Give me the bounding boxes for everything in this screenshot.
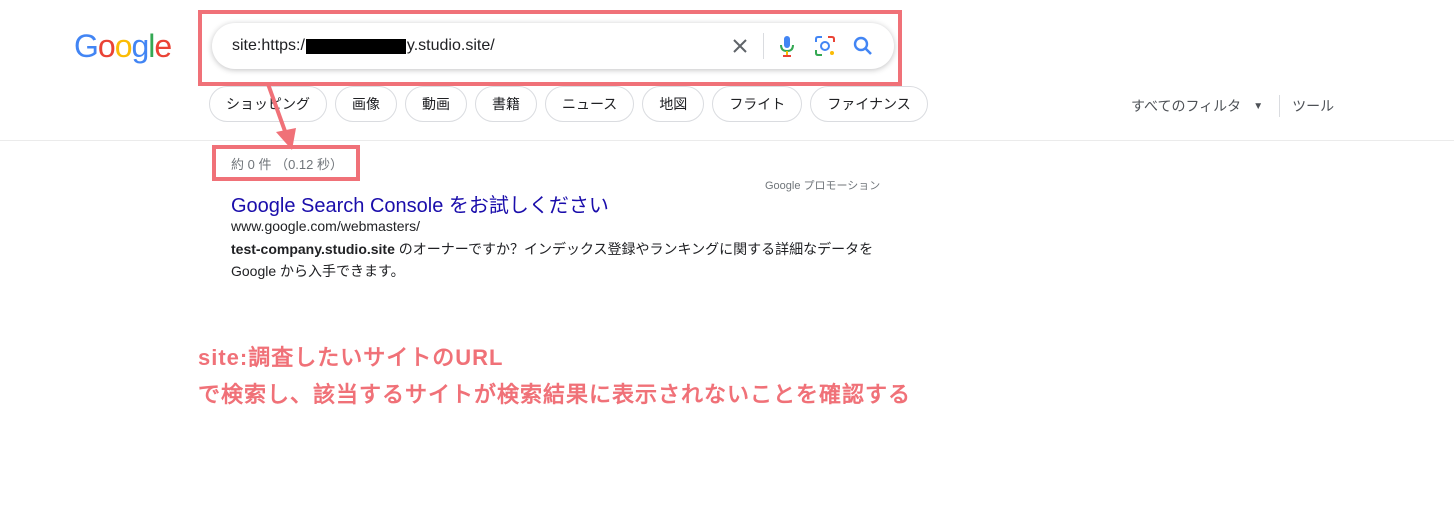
all-filters-button[interactable]: すべてのフィルタ xyxy=(1131,96,1241,116)
logo-letter: e xyxy=(154,28,172,64)
annotation-arrow xyxy=(266,83,296,150)
tab-images[interactable]: 画像 xyxy=(335,86,397,122)
tab-flights[interactable]: フライト xyxy=(712,86,803,122)
google-logo[interactable]: Google xyxy=(74,28,172,65)
ad-description-bold: test-company.studio.site xyxy=(231,241,395,257)
logo-letter: o xyxy=(114,28,133,64)
logo-letter: o xyxy=(97,28,116,64)
count-highlight-box xyxy=(212,145,360,181)
tab-books[interactable]: 書籍 xyxy=(475,86,537,122)
search-tabs: ショッピング 画像 動画 書籍 ニュース 地図 フライト ファイナンス xyxy=(209,86,928,122)
ad-url[interactable]: www.google.com/webmasters/ xyxy=(231,218,420,234)
ad-label: Google プロモーション xyxy=(765,180,881,192)
logo-letter: g xyxy=(131,28,149,64)
annotation-line-2: で検索し、該当するサイトが検索結果に表示されないことを確認する xyxy=(198,382,912,407)
divider xyxy=(1279,95,1281,117)
ad-description-line2: Google から入手できます。 xyxy=(231,263,405,279)
ad-title-link[interactable]: Google Search Console をお試しください xyxy=(231,189,609,218)
tab-videos[interactable]: 動画 xyxy=(405,86,467,122)
header-divider xyxy=(0,140,1454,141)
logo-letter: G xyxy=(74,28,99,64)
caret-down-icon[interactable]: ▼ xyxy=(1253,101,1263,112)
tab-news[interactable]: ニュース xyxy=(545,86,635,122)
annotation-line-1: site:調査したいサイトのURL xyxy=(198,345,504,370)
tab-maps[interactable]: 地図 xyxy=(642,86,705,122)
search-highlight-box xyxy=(198,10,902,86)
tab-finance[interactable]: ファイナンス xyxy=(810,86,928,122)
ad-description-line1: のオーナーですか？インデックス登録やランキングに関する詳細なデータを xyxy=(394,241,874,257)
tools-button[interactable]: ツール xyxy=(1292,96,1334,116)
ad-description: test-company.studio.site のオーナーですか？インデックス… xyxy=(231,238,891,282)
